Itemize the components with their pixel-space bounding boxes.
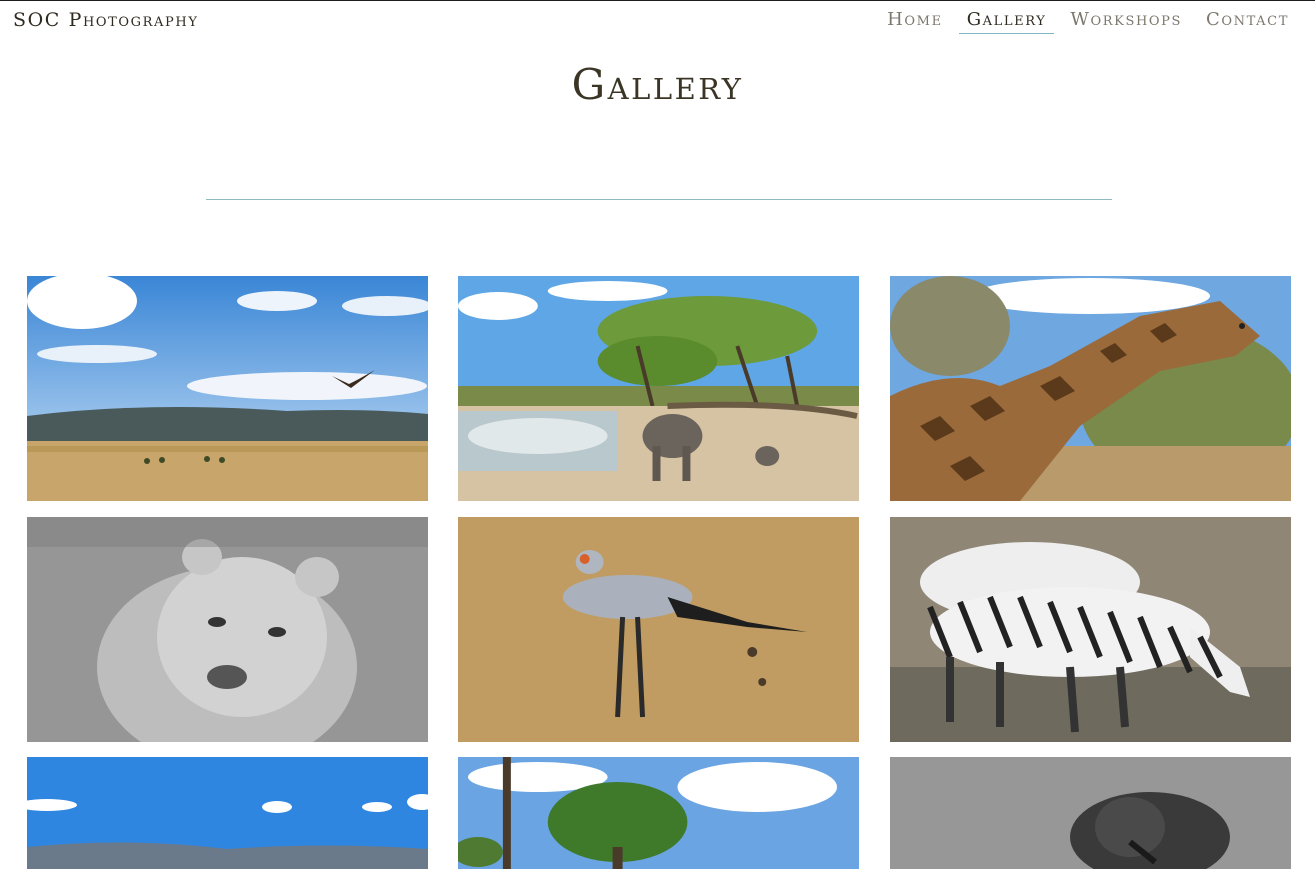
nav-home[interactable]: Home <box>879 9 951 34</box>
gallery-photo-crater[interactable] <box>27 757 428 869</box>
site-logo[interactable]: SOC Photography <box>13 9 199 31</box>
gallery-photo-zebras[interactable] <box>890 517 1291 742</box>
title-divider <box>206 199 1112 200</box>
nav-contact[interactable]: Contact <box>1198 9 1297 34</box>
gallery-photo-eagle[interactable] <box>27 276 428 501</box>
gallery-photo-bird-bw[interactable] <box>890 757 1291 869</box>
gallery-photo-secretary-bird[interactable] <box>458 517 859 742</box>
gallery-photo-lioness[interactable] <box>27 517 428 742</box>
nav-gallery[interactable]: Gallery <box>958 9 1055 34</box>
gallery-photo-elephants[interactable] <box>458 276 859 501</box>
main-nav: Home Gallery Workshops Contact <box>871 9 1297 34</box>
page-title: Gallery <box>571 60 744 109</box>
gallery-photo-acacia[interactable] <box>458 757 859 869</box>
gallery-photo-giraffe[interactable] <box>890 276 1291 501</box>
nav-workshops[interactable]: Workshops <box>1062 9 1190 34</box>
top-border <box>0 0 1315 1</box>
